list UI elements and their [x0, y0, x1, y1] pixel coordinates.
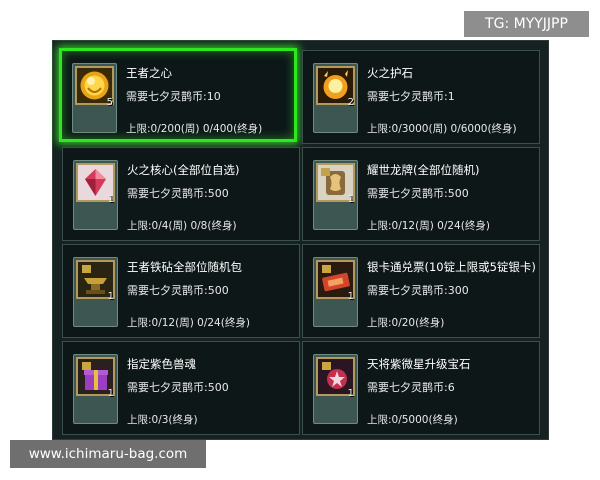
- item-name: 王者之心: [126, 66, 172, 80]
- item-cost: 需要七夕灵鹊币:300: [367, 284, 469, 297]
- item-cost: 需要七夕灵鹊币:10: [126, 90, 221, 103]
- item-quantity: 1: [347, 291, 354, 302]
- item-limit: 上限:0/12(周) 0/24(终身): [367, 220, 490, 232]
- shop-item-card[interactable]: 1 银卡通兑票(10锭上限或5锭银卡) 需要七夕灵鹊币:300 上限:0/20(…: [302, 244, 540, 338]
- item-name: 天将紫微星升级宝石: [367, 357, 471, 371]
- item-limit: 上限:0/20(终身): [367, 317, 445, 329]
- item-limit: 上限:0/3000(周) 0/6000(终身): [367, 123, 517, 135]
- item-limit: 上限:0/5000(终身): [367, 414, 458, 426]
- item-limit: 上限:0/12(周) 0/24(终身): [127, 317, 250, 329]
- item-slot[interactable]: 2: [313, 63, 358, 133]
- item-name: 耀世龙牌(全部位随机): [367, 163, 480, 177]
- item-limit: 上限:0/4(周) 0/8(终身): [127, 220, 237, 232]
- item-cost: 需要七夕灵鹊币:500: [127, 381, 229, 394]
- shop-item-card[interactable]: 5 王者之心 需要七夕灵鹊币:10 上限:0/200(周) 0/400(终身): [59, 48, 297, 142]
- item-quantity: 1: [107, 291, 114, 302]
- item-cost: 需要七夕灵鹊币:1: [367, 90, 455, 103]
- item-slot[interactable]: 1: [313, 160, 358, 230]
- item-slot[interactable]: 1: [313, 257, 358, 327]
- item-name: 火之核心(全部位自选): [127, 163, 240, 177]
- shop-item-card[interactable]: 1 天将紫微星升级宝石 需要七夕灵鹊币:6 上限:0/5000(终身): [302, 341, 540, 435]
- item-quantity: 1: [347, 388, 354, 399]
- item-cost: 需要七夕灵鹊币:6: [367, 381, 455, 394]
- item-name: 银卡通兑票(10锭上限或5锭银卡): [367, 260, 536, 274]
- shop-item-card[interactable]: 1 火之核心(全部位自选) 需要七夕灵鹊币:500 上限:0/4(周) 0/8(…: [62, 147, 300, 241]
- shop-item-card[interactable]: 1 王者铁砧全部位随机包 需要七夕灵鹊币:500 上限:0/12(周) 0/24…: [62, 244, 300, 338]
- shop-item-card[interactable]: 1 指定紫色兽魂 需要七夕灵鹊币:500 上限:0/3(终身): [62, 341, 300, 435]
- item-cost: 需要七夕灵鹊币:500: [127, 187, 229, 200]
- item-slot[interactable]: 5: [72, 63, 117, 133]
- item-name: 指定紫色兽魂: [127, 357, 196, 371]
- item-cost: 需要七夕灵鹊币:500: [127, 284, 229, 297]
- overlay-tag: TG: MYYJJPP: [464, 11, 589, 37]
- item-limit: 上限:0/200(周) 0/400(终身): [126, 123, 263, 135]
- item-slot[interactable]: 1: [73, 257, 118, 327]
- watermark-label: www.ichimaru-bag.com: [10, 440, 206, 468]
- item-quantity: 1: [347, 194, 354, 205]
- item-name: 火之护石: [367, 66, 413, 80]
- item-slot[interactable]: 1: [73, 354, 118, 424]
- item-quantity: 1: [107, 194, 114, 205]
- exchange-shop-panel: 5 王者之心 需要七夕灵鹊币:10 上限:0/200(周) 0/400(终身) …: [52, 40, 549, 440]
- shop-item-card[interactable]: 1 耀世龙牌(全部位随机) 需要七夕灵鹊币:500 上限:0/12(周) 0/2…: [302, 147, 540, 241]
- item-cost: 需要七夕灵鹊币:500: [367, 187, 469, 200]
- item-slot[interactable]: 1: [313, 354, 358, 424]
- item-slot[interactable]: 1: [73, 160, 118, 230]
- item-quantity: 1: [107, 388, 114, 399]
- item-quantity: 2: [347, 97, 354, 108]
- item-limit: 上限:0/3(终身): [127, 414, 198, 426]
- item-quantity: 5: [106, 97, 113, 108]
- shop-item-card[interactable]: 2 火之护石 需要七夕灵鹊币:1 上限:0/3000(周) 0/6000(终身): [302, 50, 540, 144]
- item-name: 王者铁砧全部位随机包: [127, 260, 242, 274]
